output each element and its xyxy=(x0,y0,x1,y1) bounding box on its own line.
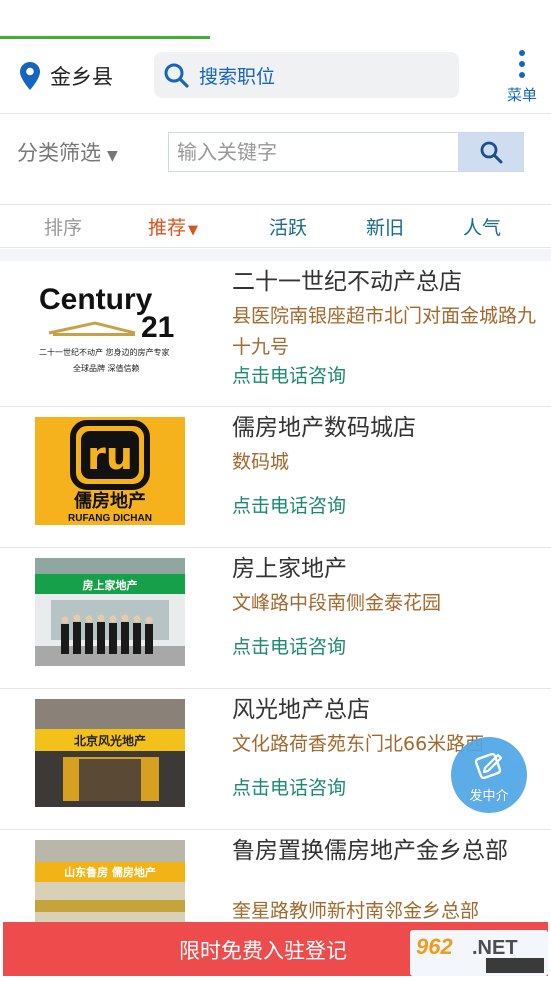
sort-option-popularity[interactable]: 人气 xyxy=(463,213,501,240)
job-search-bar[interactable]: 搜索职位 xyxy=(154,52,459,98)
agency-name: 儒房地产数码城店 xyxy=(232,415,416,441)
post-agency-button[interactable]: 发中介 xyxy=(451,737,527,813)
sort-bar: 排序 推荐 ▼ 活跃 新旧 人气 xyxy=(0,204,551,248)
location-pin-icon xyxy=(20,62,40,90)
svg-text:房上家地产: 房上家地产 xyxy=(83,578,138,592)
more-vertical-icon xyxy=(519,50,525,78)
free-registration-label: 限时免费入驻登记 xyxy=(179,939,347,963)
filter-row: 分类筛选 ▼ xyxy=(0,115,551,203)
agency-address: 文峰路中段南侧金泰花园 xyxy=(232,592,442,614)
svg-text:RUFANG DICHAN: RUFANG DICHAN xyxy=(68,513,152,524)
search-icon xyxy=(480,141,502,164)
sort-option-newest[interactable]: 新旧 xyxy=(366,213,404,240)
svg-text:962: 962 xyxy=(416,934,453,959)
agency-name: 风光地产总店 xyxy=(232,697,370,723)
keyword-search-button[interactable] xyxy=(458,133,523,171)
agency-address: 县医院南银座超市北门对面金城路九十九号 xyxy=(232,305,537,358)
storefront-photo: 房上家地产 xyxy=(35,558,185,666)
svg-text:ru: ru xyxy=(87,434,133,478)
rufang-logo: ru 儒房地产 RUFANG DICHAN xyxy=(35,417,185,525)
sort-option-active[interactable]: 活跃 xyxy=(269,213,307,240)
agency-name: 房上家地产 xyxy=(232,556,347,582)
agency-name: 鲁房置换儒房地产金乡总部 xyxy=(232,838,508,864)
svg-text:全球品牌 深值信赖: 全球品牌 深值信赖 xyxy=(73,363,140,373)
phone-consult-link[interactable]: 点击电话咨询 xyxy=(232,773,346,800)
svg-text:21: 21 xyxy=(141,311,174,344)
agency-list: Century 21 二十一世纪不动产 您身边的房产专家 全球品牌 深值信赖 二… xyxy=(0,261,551,971)
agency-address: 数码城 xyxy=(232,451,290,473)
caret-down-icon: ▼ xyxy=(188,223,199,238)
top-bar: 金乡县 搜索职位 菜单 xyxy=(0,40,551,114)
sort-option-label: 推荐 xyxy=(148,217,187,239)
sort-label: 排序 xyxy=(44,217,83,239)
category-filter-label: 分类筛选 xyxy=(17,141,101,165)
storefront-photo: 北京风光地产 xyxy=(35,699,185,807)
keyword-search-box xyxy=(168,132,524,172)
menu-button[interactable]: 菜单 xyxy=(500,50,544,106)
menu-label: 菜单 xyxy=(506,86,537,104)
agency-name: 二十一世纪不动产总店 xyxy=(232,269,462,295)
post-agency-label: 发中介 xyxy=(469,789,509,804)
edit-icon xyxy=(474,752,503,780)
location-label: 金乡县 xyxy=(50,65,113,89)
svg-text:山东鲁房 儒房地产: 山东鲁房 儒房地产 xyxy=(64,865,156,879)
sort-option-recommended[interactable]: 推荐 ▼ xyxy=(148,213,198,240)
location-selector[interactable]: 金乡县 xyxy=(18,58,113,94)
svg-text:二十一世纪不动产 您身边的房产专家: 二十一世纪不动产 您身边的房产专家 xyxy=(39,347,170,357)
watermark-logo: 962 .NET xyxy=(410,930,548,976)
phone-consult-link[interactable]: 点击电话咨询 xyxy=(232,361,346,388)
page-load-progress xyxy=(0,36,210,39)
keyword-input[interactable] xyxy=(169,133,459,171)
phone-consult-link[interactable]: 点击电话咨询 xyxy=(232,491,346,518)
caret-down-icon: ▼ xyxy=(107,148,118,164)
svg-text:.NET: .NET xyxy=(472,937,518,959)
section-divider xyxy=(0,249,551,261)
svg-text:北京风光地产: 北京风光地产 xyxy=(74,733,146,748)
svg-text:Century: Century xyxy=(39,283,153,316)
century21-logo: Century 21 二十一世纪不动产 您身边的房产专家 全球品牌 深值信赖 xyxy=(35,271,185,379)
category-filter-dropdown[interactable]: 分类筛选 ▼ xyxy=(17,137,118,167)
search-placeholder: 搜索职位 xyxy=(199,65,276,88)
list-item[interactable]: 房上家地产 房上家地产 文峰路中段南侧金泰花园 点击电话咨询 xyxy=(0,548,551,689)
svg-text:儒房地产: 儒房地产 xyxy=(74,490,146,512)
list-item[interactable]: ru 儒房地产 RUFANG DICHAN 儒房地产数码城店 数码城 点击电话咨… xyxy=(0,407,551,548)
search-icon xyxy=(164,63,189,88)
list-item[interactable]: Century 21 二十一世纪不动产 您身边的房产专家 全球品牌 深值信赖 二… xyxy=(0,261,551,407)
phone-consult-link[interactable]: 点击电话咨询 xyxy=(232,632,346,659)
